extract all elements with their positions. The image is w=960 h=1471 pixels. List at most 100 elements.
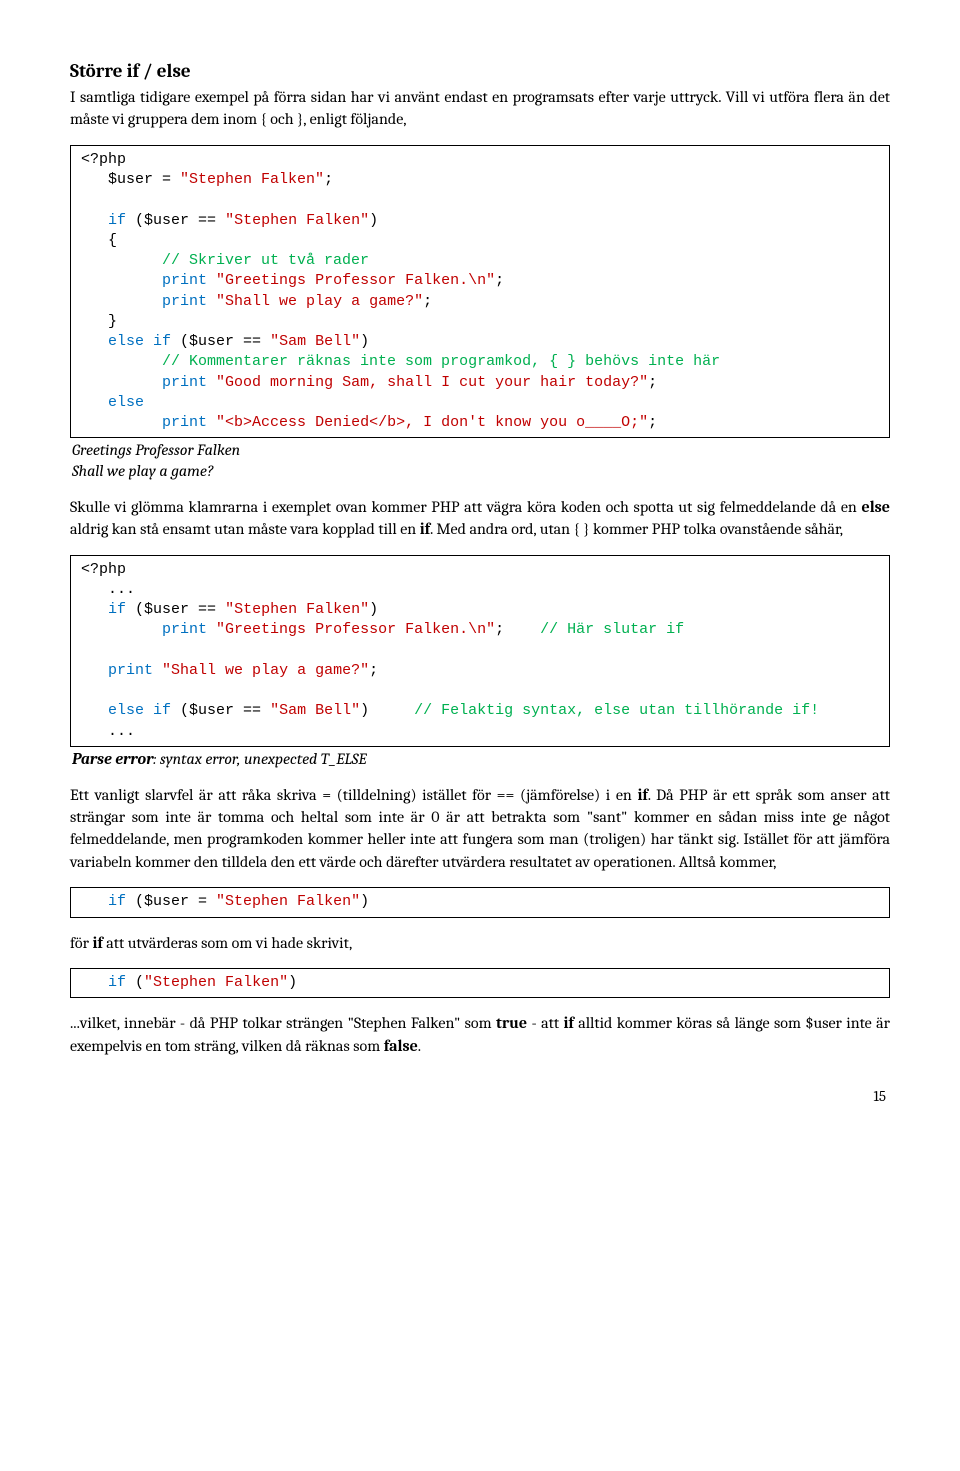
code-keyword: print [162,414,207,431]
code-text [153,662,162,679]
paragraph-4: för if att utvärderas som om vi hade skr… [70,932,890,954]
code-keyword: if [108,212,126,229]
code-text: ($user == [126,601,225,618]
code-text [81,353,162,370]
code-text: ($user = [126,893,216,910]
code-text [81,414,162,431]
code-keyword: else if [108,333,171,350]
code-string: "Greetings Professor Falken.\n" [216,272,495,289]
text: att utvärderas som om vi hade skrivit, [103,934,353,952]
intro-paragraph: I samtliga tidigare exempel på förra sid… [70,86,890,131]
code-block-2: <?php ... if ($user == "Stephen Falken")… [70,555,890,747]
code-text [207,414,216,431]
code-text: ($user == [171,333,270,350]
paragraph-2: Skulle vi glömma klamrarna i exemplet ov… [70,496,890,541]
bold: Parse error [72,750,154,768]
text: Ett vanligt slarvfel är att råka skriva … [70,786,637,804]
code-text: ) [288,974,297,991]
code-string: "Good morning Sam, shall I cut your hair… [216,374,648,391]
text: ...vilket, innebär - då PHP tolkar strän… [70,1014,496,1032]
code-keyword: print [162,272,207,289]
code-string: "Stephen Falken" [216,893,360,910]
code-text [81,374,162,391]
output-line: Shall we play a game? [72,462,213,480]
code-string: "Stephen Falken" [180,171,324,188]
code-keyword: print [162,621,207,638]
code-text [207,272,216,289]
code-keyword: if [108,601,126,618]
text: för [70,934,92,952]
code-comment: // Skriver ut två rader [162,252,369,269]
code-comment: // Här slutar if [540,621,684,638]
code-keyword: print [162,374,207,391]
code-text: ( [126,974,144,991]
code-text [81,601,108,618]
code-text [81,974,108,991]
code-keyword: if [108,974,126,991]
bold: if [637,786,647,804]
code-string: "Greetings Professor Falken.\n" [216,621,495,638]
code-text: ; [648,374,657,391]
code-text [81,272,162,289]
code-text: ) [360,333,369,350]
code-text [81,293,162,310]
code-text [81,702,108,719]
output-line: Greetings Professor Falken [72,441,240,459]
code-comment: // Felaktig syntax, else utan tillhörand… [414,702,819,719]
bold: false [384,1037,418,1055]
text: aldrig kan stå ensamt utan måste vara ko… [70,520,420,538]
code-text [81,662,108,679]
code-text [81,394,108,411]
code-text [81,621,162,638]
code-text: ) [360,893,369,910]
code-string: "<b>Access Denied</b>, I don't know you … [216,414,648,431]
code-text: ($user == [126,212,225,229]
paragraph-5: ...vilket, innebär - då PHP tolkar strän… [70,1012,890,1057]
code-text: } [81,313,117,330]
bold: if [564,1014,574,1032]
bold: true [496,1014,527,1032]
code-keyword: print [162,293,207,310]
code-text [207,621,216,638]
code-string: "Shall we play a game?" [216,293,423,310]
code-block-4: if ("Stephen Falken") [70,968,890,998]
code-line: <?php [81,151,126,168]
code-text: ; [423,293,432,310]
code-keyword: else if [108,702,171,719]
section-heading: Större if / else [70,60,890,82]
code-text: ) [369,212,378,229]
code-text: ; [495,621,540,638]
output-2: Parse error: syntax error, unexpected T_… [72,749,890,770]
code-text: $user = [81,171,180,188]
text: : syntax error, unexpected T_ELSE [154,750,367,768]
code-text: ) [360,702,414,719]
code-text: ; [495,272,504,289]
code-block-1: <?php $user = "Stephen Falken"; if ($use… [70,145,890,439]
code-text: ... [81,581,135,598]
code-keyword: print [108,662,153,679]
code-text: { [81,232,117,249]
code-text [207,374,216,391]
code-text [81,252,162,269]
code-text: ; [324,171,333,188]
code-block-3: if ($user = "Stephen Falken") [70,887,890,917]
code-text [81,333,108,350]
text: . [418,1037,421,1055]
text: . Med andra ord, utan { } kommer PHP tol… [430,520,843,538]
code-keyword: if [108,893,126,910]
code-string: "Shall we play a game?" [162,662,369,679]
code-text [81,212,108,229]
code-text: ; [648,414,657,431]
code-text: ($user == [171,702,270,719]
bold: else [862,498,891,516]
code-comment: // Kommentarer räknas inte som programko… [162,353,720,370]
code-keyword: else [108,394,144,411]
code-text [81,893,108,910]
code-line: <?php [81,561,126,578]
text: Skulle vi glömma klamrarna i exemplet ov… [70,498,862,516]
code-text [207,293,216,310]
code-text: ... [81,723,135,740]
paragraph-3: Ett vanligt slarvfel är att råka skriva … [70,784,890,874]
code-text: ) [369,601,378,618]
text: - att [527,1014,563,1032]
